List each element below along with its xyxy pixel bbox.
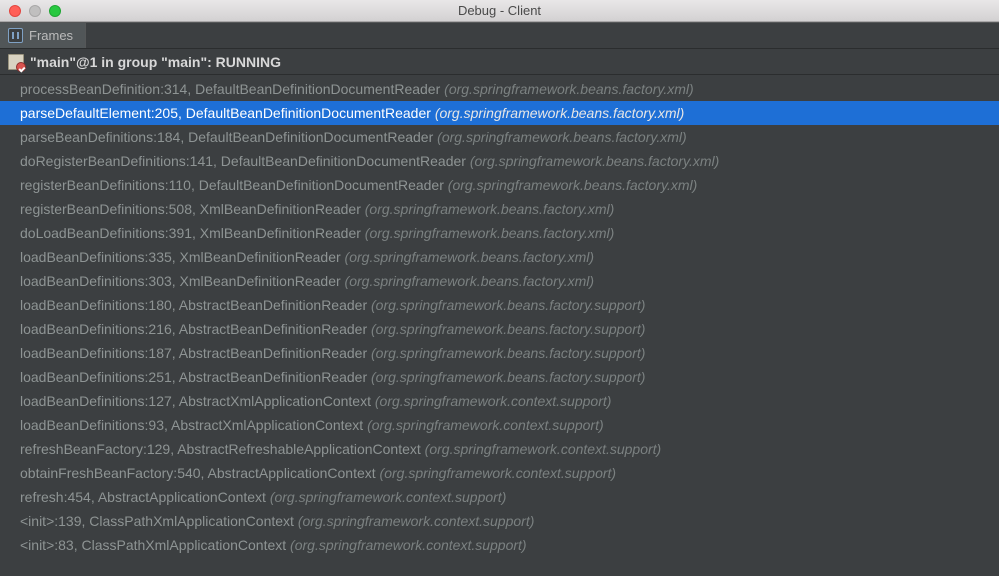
stack-frame-row[interactable]: parseDefaultElement:205, DefaultBeanDefi… bbox=[0, 101, 999, 125]
stack-frame-row[interactable]: registerBeanDefinitions:508, XmlBeanDefi… bbox=[0, 197, 999, 221]
stack-frame-row[interactable]: registerBeanDefinitions:110, DefaultBean… bbox=[0, 173, 999, 197]
stack-frame-row[interactable]: obtainFreshBeanFactory:540, AbstractAppl… bbox=[0, 461, 999, 485]
frame-method: loadBeanDefinitions:303, XmlBeanDefiniti… bbox=[20, 273, 341, 289]
stack-frame-row[interactable]: loadBeanDefinitions:216, AbstractBeanDef… bbox=[0, 317, 999, 341]
stack-frame-row[interactable]: doRegisterBeanDefinitions:141, DefaultBe… bbox=[0, 149, 999, 173]
stack-frame-row[interactable]: loadBeanDefinitions:93, AbstractXmlAppli… bbox=[0, 413, 999, 437]
thread-label: "main"@1 in group "main": RUNNING bbox=[30, 54, 281, 70]
frame-package: (org.springframework.beans.factory.xml) bbox=[437, 129, 686, 145]
frame-method: registerBeanDefinitions:508, XmlBeanDefi… bbox=[20, 201, 361, 217]
frame-method: loadBeanDefinitions:93, AbstractXmlAppli… bbox=[20, 417, 363, 433]
frame-package: (org.springframework.beans.factory.xml) bbox=[435, 105, 684, 121]
frame-method: obtainFreshBeanFactory:540, AbstractAppl… bbox=[20, 465, 376, 481]
window-maximize-button[interactable] bbox=[49, 5, 61, 17]
frame-package: (org.springframework.beans.factory.xml) bbox=[365, 225, 614, 241]
stack-frames-list[interactable]: processBeanDefinition:314, DefaultBeanDe… bbox=[0, 75, 999, 576]
window-minimize-button[interactable] bbox=[29, 5, 41, 17]
frame-method: refresh:454, AbstractApplicationContext bbox=[20, 489, 266, 505]
stack-frame-row[interactable]: loadBeanDefinitions:251, AbstractBeanDef… bbox=[0, 365, 999, 389]
frame-package: (org.springframework.beans.factory.xml) bbox=[365, 201, 614, 217]
frame-method: loadBeanDefinitions:127, AbstractXmlAppl… bbox=[20, 393, 371, 409]
stack-frame-row[interactable]: doLoadBeanDefinitions:391, XmlBeanDefini… bbox=[0, 221, 999, 245]
frame-method: loadBeanDefinitions:216, AbstractBeanDef… bbox=[20, 321, 367, 337]
window-close-button[interactable] bbox=[9, 5, 21, 17]
frame-package: (org.springframework.beans.factory.xml) bbox=[444, 81, 693, 97]
frame-method: parseBeanDefinitions:184, DefaultBeanDef… bbox=[20, 129, 433, 145]
frame-package: (org.springframework.context.support) bbox=[380, 465, 617, 481]
thread-header[interactable]: "main"@1 in group "main": RUNNING bbox=[0, 49, 999, 75]
frame-method: loadBeanDefinitions:335, XmlBeanDefiniti… bbox=[20, 249, 341, 265]
window-title: Debug - Client bbox=[0, 3, 999, 18]
window-titlebar: Debug - Client bbox=[0, 0, 999, 22]
frame-package: (org.springframework.context.support) bbox=[425, 441, 662, 457]
stack-frame-row[interactable]: <init>:83, ClassPathXmlApplicationContex… bbox=[0, 533, 999, 557]
frame-package: (org.springframework.beans.factory.suppo… bbox=[371, 345, 645, 361]
frame-package: (org.springframework.context.support) bbox=[298, 513, 535, 529]
frame-package: (org.springframework.beans.factory.xml) bbox=[345, 249, 594, 265]
stack-frame-row[interactable]: loadBeanDefinitions:335, XmlBeanDefiniti… bbox=[0, 245, 999, 269]
frame-method: <init>:83, ClassPathXmlApplicationContex… bbox=[20, 537, 286, 553]
thread-icon bbox=[8, 54, 24, 70]
stack-frame-row[interactable]: loadBeanDefinitions:303, XmlBeanDefiniti… bbox=[0, 269, 999, 293]
frame-method: loadBeanDefinitions:180, AbstractBeanDef… bbox=[20, 297, 367, 313]
frame-package: (org.springframework.context.support) bbox=[290, 537, 527, 553]
frame-method: refreshBeanFactory:129, AbstractRefresha… bbox=[20, 441, 421, 457]
tab-label: Frames bbox=[29, 28, 73, 43]
frame-package: (org.springframework.beans.factory.xml) bbox=[345, 273, 594, 289]
stack-frame-row[interactable]: <init>:139, ClassPathXmlApplicationConte… bbox=[0, 509, 999, 533]
stack-frame-row[interactable]: loadBeanDefinitions:127, AbstractXmlAppl… bbox=[0, 389, 999, 413]
frame-method: processBeanDefinition:314, DefaultBeanDe… bbox=[20, 81, 440, 97]
frame-package: (org.springframework.context.support) bbox=[367, 417, 604, 433]
frames-icon bbox=[8, 28, 23, 43]
frame-method: loadBeanDefinitions:251, AbstractBeanDef… bbox=[20, 369, 367, 385]
stack-frame-row[interactable]: processBeanDefinition:314, DefaultBeanDe… bbox=[0, 77, 999, 101]
tab-frames[interactable]: Frames bbox=[0, 23, 86, 48]
frame-package: (org.springframework.context.support) bbox=[270, 489, 507, 505]
tabbar: Frames bbox=[0, 22, 999, 49]
stack-frame-row[interactable]: loadBeanDefinitions:180, AbstractBeanDef… bbox=[0, 293, 999, 317]
stack-frame-row[interactable]: refresh:454, AbstractApplicationContext … bbox=[0, 485, 999, 509]
frame-package: (org.springframework.beans.factory.suppo… bbox=[371, 369, 645, 385]
stack-frame-row[interactable]: loadBeanDefinitions:187, AbstractBeanDef… bbox=[0, 341, 999, 365]
frame-method: parseDefaultElement:205, DefaultBeanDefi… bbox=[20, 105, 431, 121]
frame-package: (org.springframework.beans.factory.suppo… bbox=[371, 297, 645, 313]
stack-frame-row[interactable]: refreshBeanFactory:129, AbstractRefresha… bbox=[0, 437, 999, 461]
frame-package: (org.springframework.beans.factory.suppo… bbox=[371, 321, 645, 337]
frame-method: loadBeanDefinitions:187, AbstractBeanDef… bbox=[20, 345, 367, 361]
frame-package: (org.springframework.context.support) bbox=[375, 393, 612, 409]
frame-method: doRegisterBeanDefinitions:141, DefaultBe… bbox=[20, 153, 466, 169]
frame-method: registerBeanDefinitions:110, DefaultBean… bbox=[20, 177, 444, 193]
stack-frame-row[interactable]: parseBeanDefinitions:184, DefaultBeanDef… bbox=[0, 125, 999, 149]
frame-package: (org.springframework.beans.factory.xml) bbox=[448, 177, 697, 193]
frame-method: <init>:139, ClassPathXmlApplicationConte… bbox=[20, 513, 294, 529]
traffic-lights bbox=[0, 5, 61, 17]
frame-method: doLoadBeanDefinitions:391, XmlBeanDefini… bbox=[20, 225, 361, 241]
frame-package: (org.springframework.beans.factory.xml) bbox=[470, 153, 719, 169]
